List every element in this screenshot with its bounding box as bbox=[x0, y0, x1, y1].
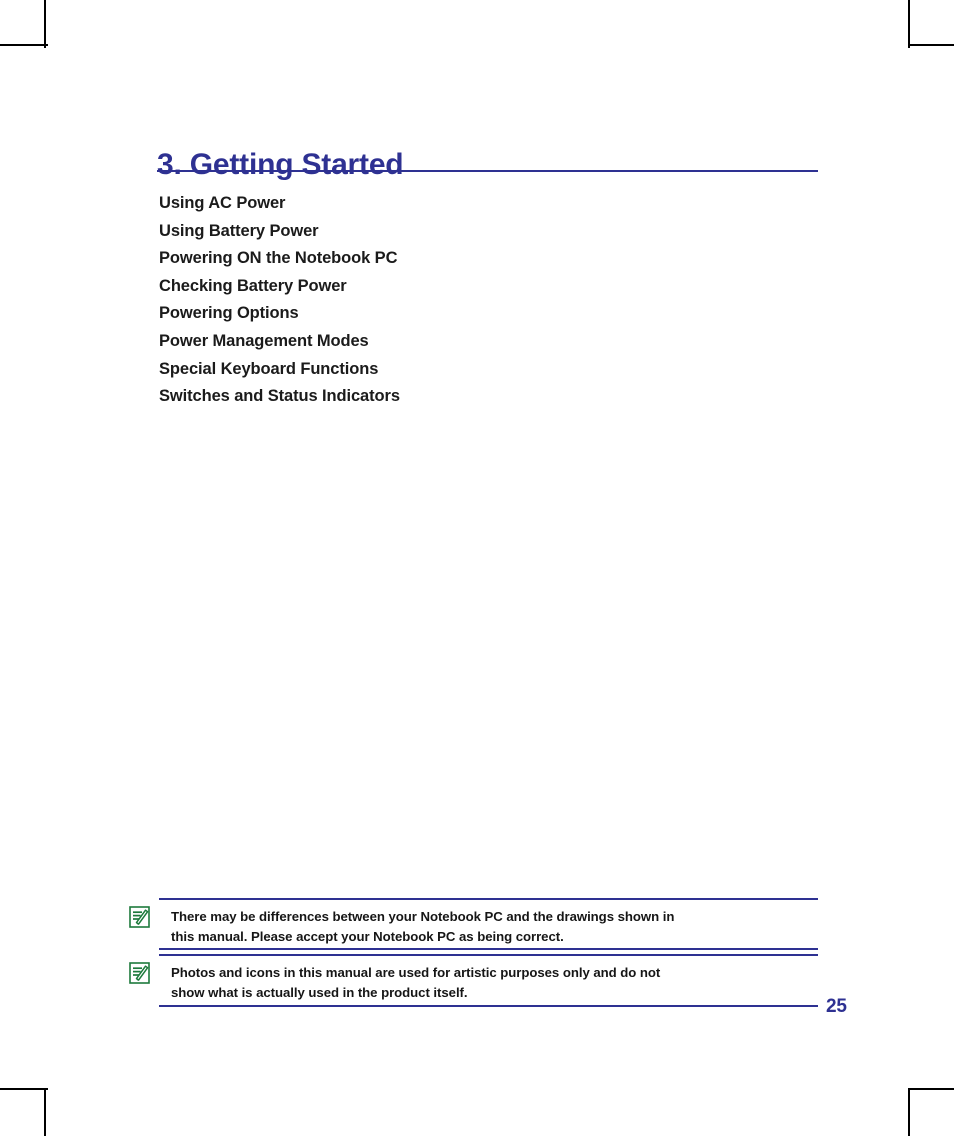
contents-item-using-battery-power[interactable]: Using Battery Power bbox=[159, 218, 799, 246]
contents-item-checking-battery-power[interactable]: Checking Battery Power bbox=[159, 273, 799, 301]
note-text-line: this manual. Please accept your Notebook… bbox=[171, 928, 564, 944]
page-number: 25 bbox=[826, 996, 847, 1017]
note-text-line: Photos and icons in this manual are used… bbox=[171, 965, 661, 980]
contents-item-special-keyboard-functions[interactable]: Special Keyboard Functions bbox=[159, 356, 799, 384]
note-pencil-icon bbox=[129, 906, 150, 928]
contents-item-powering-on-notebook-pc[interactable]: Powering ON the Notebook PC bbox=[159, 245, 799, 273]
note-text-line: There may be differences between your No… bbox=[171, 909, 675, 924]
note-pencil-icon bbox=[129, 962, 150, 984]
note-text-line: show what is actually used in the produc… bbox=[171, 984, 468, 1000]
title-divider bbox=[157, 170, 818, 172]
contents-item-using-ac-power[interactable]: Using AC Power bbox=[159, 190, 799, 218]
page-title: 3. Getting Started bbox=[157, 148, 404, 182]
manual-page: 3. Getting Started Using AC Power Using … bbox=[0, 0, 954, 1136]
note-box: There may be differences between your No… bbox=[129, 898, 818, 950]
note-text: Photos and icons in this manual are used… bbox=[171, 963, 812, 1002]
note-text: There may be differences between your No… bbox=[171, 907, 812, 946]
note-box: Photos and icons in this manual are used… bbox=[129, 954, 818, 1007]
contents-item-switches-status-indicators[interactable]: Switches and Status Indicators bbox=[159, 383, 799, 411]
contents-item-powering-options[interactable]: Powering Options bbox=[159, 300, 799, 328]
chapter-contents-list: Using AC Power Using Battery Power Power… bbox=[159, 190, 799, 411]
contents-item-power-management-modes[interactable]: Power Management Modes bbox=[159, 328, 799, 356]
